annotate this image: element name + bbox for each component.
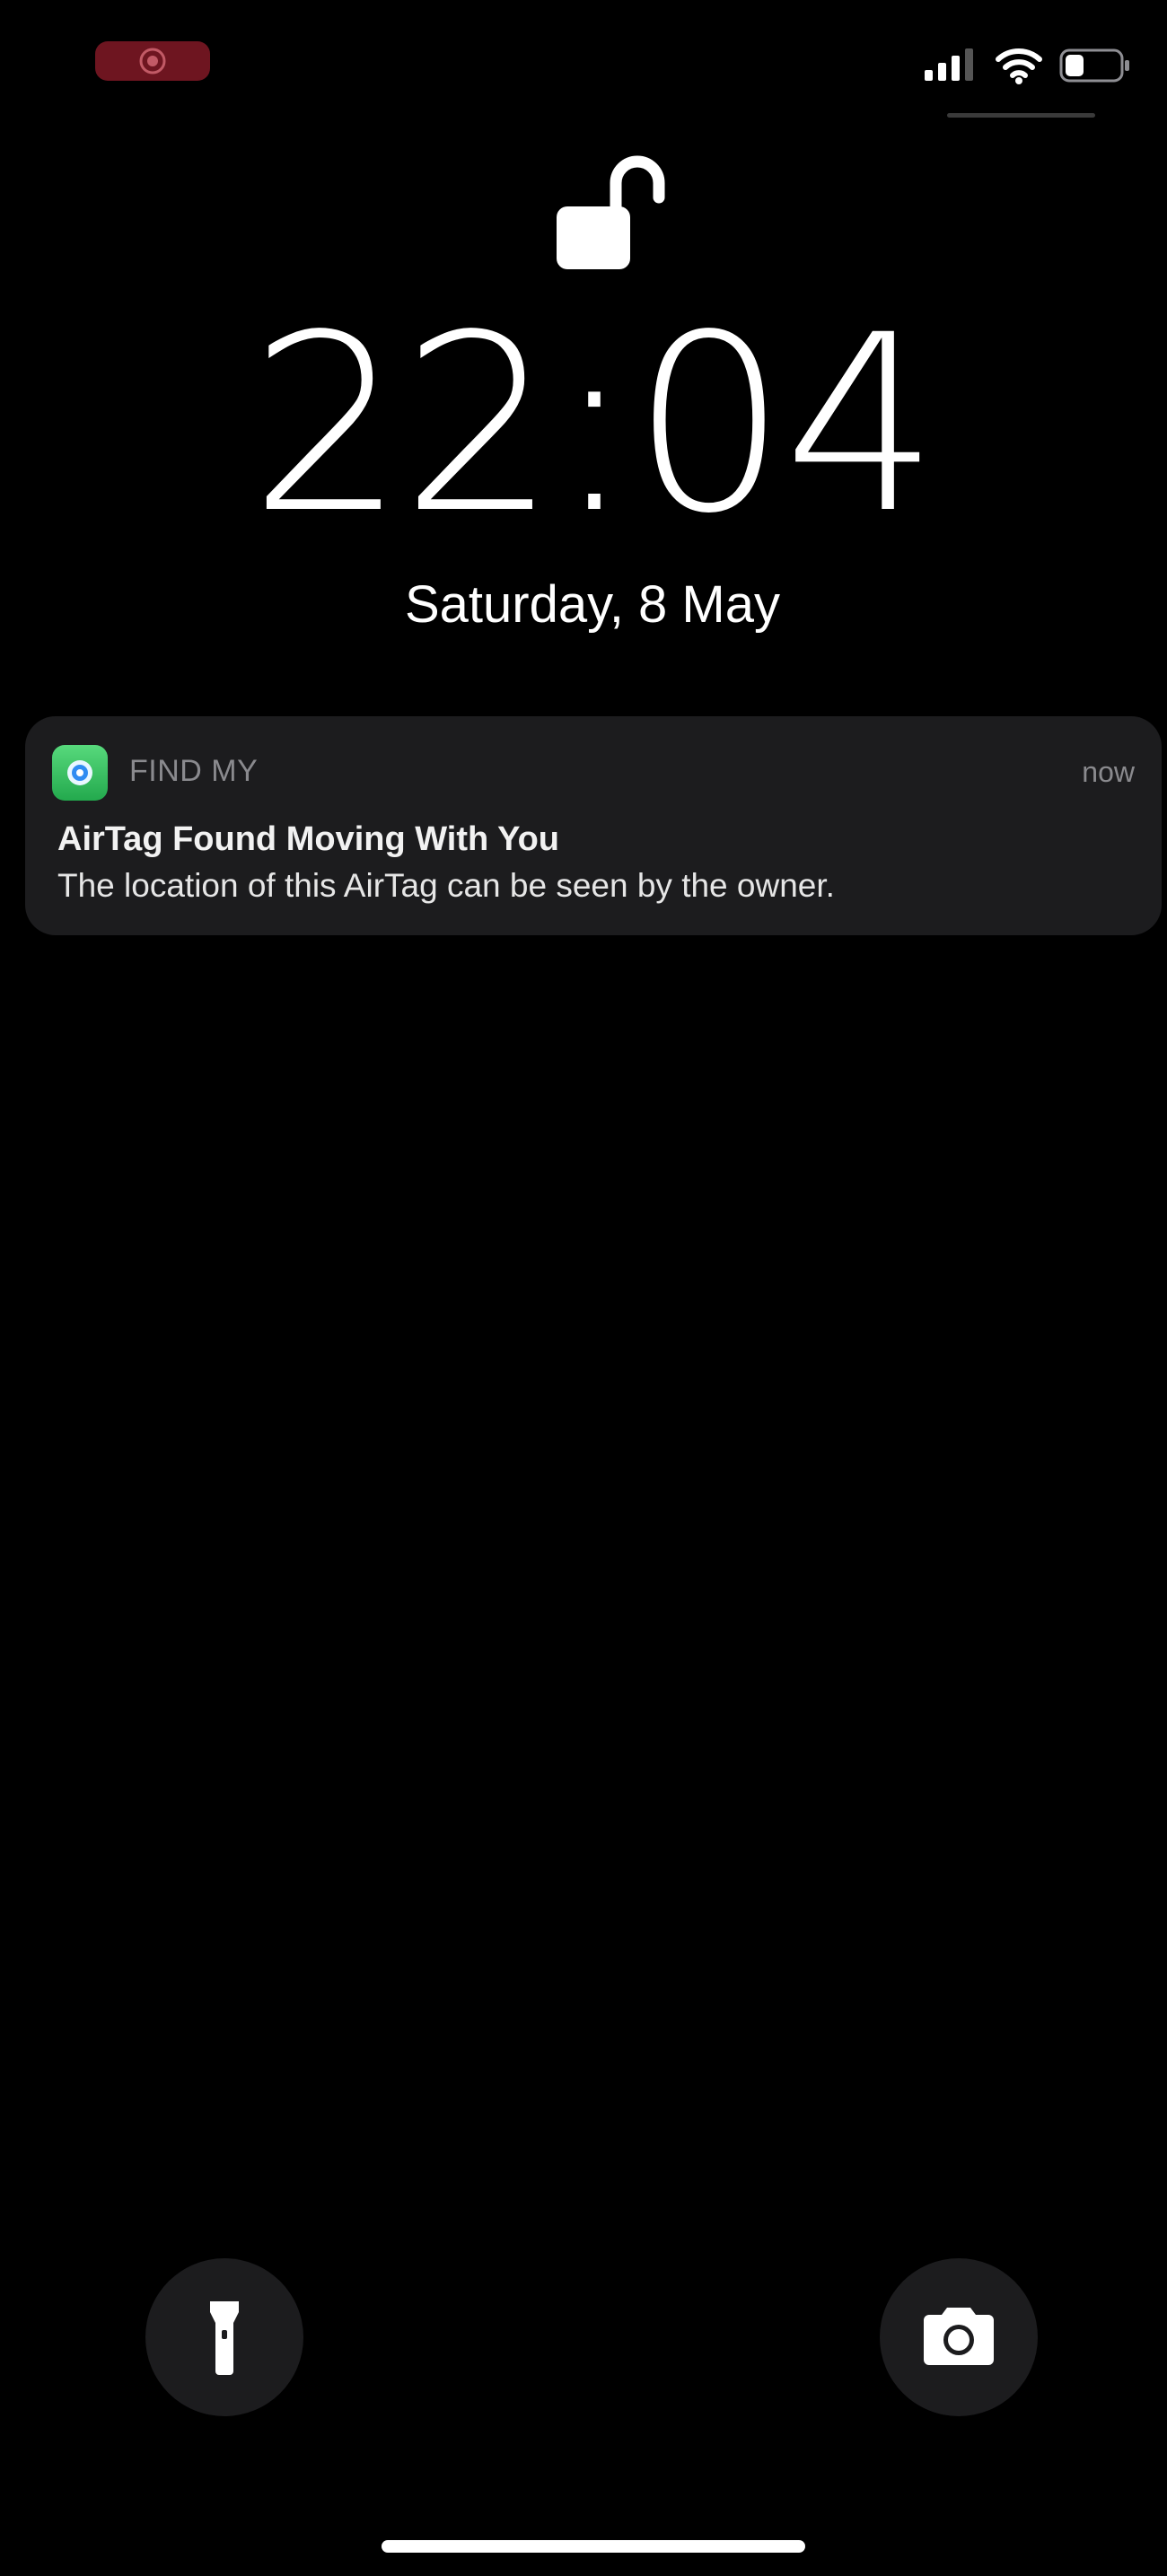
screen-recording-indicator[interactable]	[95, 41, 210, 81]
notification-time: now	[1082, 756, 1135, 788]
cellular-signal-icon	[925, 48, 973, 81]
notification-app-name: FIND MY	[129, 754, 259, 788]
lock-status	[549, 153, 666, 279]
home-indicator[interactable]	[382, 2540, 805, 2553]
camera-icon	[924, 2308, 994, 2365]
notification-body: The location of this AirTag can be seen …	[57, 867, 835, 904]
find-my-glyph-icon	[67, 760, 92, 785]
camera-button[interactable]	[880, 2258, 1038, 2416]
flashlight-icon	[210, 2301, 239, 2375]
unlocked-padlock-icon	[557, 155, 665, 269]
find-my-app-icon	[52, 745, 108, 801]
flashlight-button[interactable]	[145, 2258, 303, 2416]
status-icons	[923, 47, 1131, 101]
screen-record-icon	[139, 48, 166, 74]
battery-icon	[1059, 48, 1129, 83]
lock-screen-date: Saturday, 8 May	[404, 575, 780, 634]
notification-title: AirTag Found Moving With You	[57, 820, 560, 858]
wifi-icon	[996, 48, 1042, 84]
notification-card[interactable]: FIND MY now AirTag Found Moving With You…	[25, 716, 1162, 935]
lock-screen-time: 22:04	[250, 284, 939, 567]
status-underline	[947, 113, 1095, 118]
